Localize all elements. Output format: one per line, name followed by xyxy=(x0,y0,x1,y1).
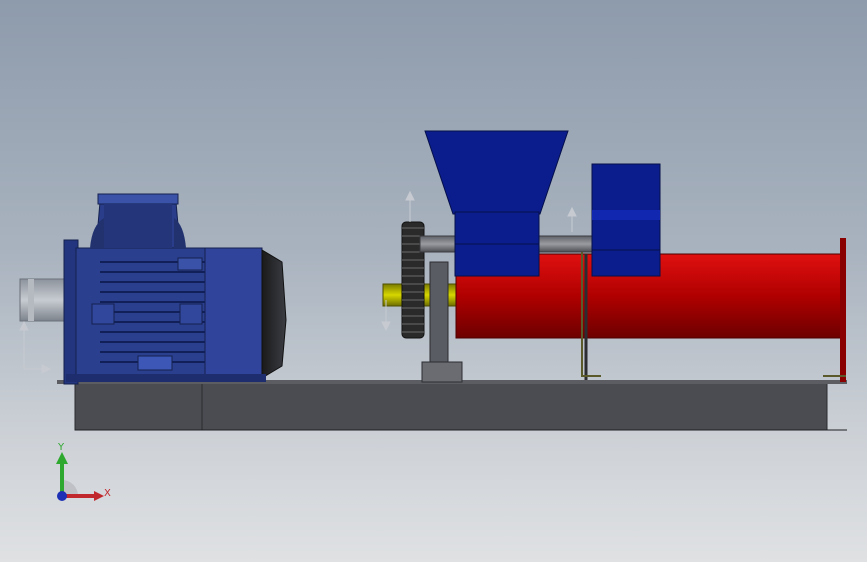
feeder-box[interactable] xyxy=(591,163,661,277)
cad-viewport[interactable] xyxy=(0,0,867,562)
electric-motor[interactable] xyxy=(19,193,287,385)
coordinate-triad: Y X xyxy=(56,442,111,501)
y-axis-label: Y xyxy=(57,442,65,453)
y-axis-arrow-icon xyxy=(56,452,68,464)
base-frame[interactable] xyxy=(57,380,847,431)
x-axis-arrow-icon xyxy=(94,491,104,501)
x-axis-label: X xyxy=(104,488,111,499)
z-axis-icon xyxy=(57,491,67,501)
